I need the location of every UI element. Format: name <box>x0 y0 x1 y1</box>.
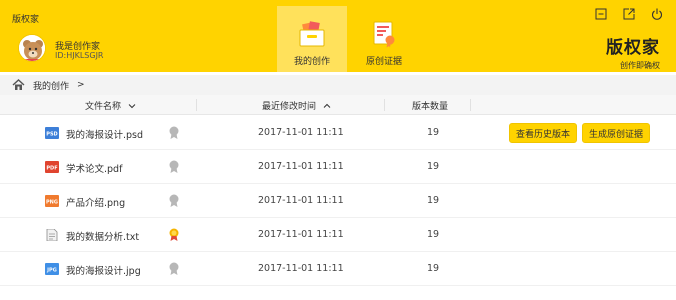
breadcrumb-separator: > <box>77 80 85 90</box>
file-name[interactable]: 我的海报设计.jpg <box>66 263 141 277</box>
chevron-up-icon <box>323 103 331 108</box>
table-row[interactable]: PSD 我的海报设计.psd 2017-11-01 11:11 19 查看历史版… <box>0 116 676 150</box>
version-count: 19 <box>427 161 440 172</box>
award-badge-icon[interactable] <box>168 126 180 140</box>
column-header-versions[interactable]: 版本数量 <box>412 99 448 112</box>
modified-time: 2017-11-01 11:11 <box>258 229 344 240</box>
power-icon <box>652 8 662 20</box>
file-name[interactable]: 我的海报设计.psd <box>66 127 143 141</box>
file-type-label: PDF <box>46 166 57 172</box>
table-header: 文件名称 最近修改时间 版本数量 <box>0 95 676 115</box>
bear-avatar-icon <box>19 35 45 61</box>
column-divider <box>470 99 471 111</box>
power-button[interactable] <box>650 7 664 21</box>
brand-slogan: 创作即确权 <box>620 61 660 70</box>
tab-label: 原创证据 <box>365 57 402 67</box>
brand-name: 版权家 <box>606 38 660 58</box>
tab-my-creations[interactable]: 我的创作 <box>277 6 347 72</box>
file-name[interactable]: 我的数据分析.txt <box>66 229 139 243</box>
file-name[interactable]: 产品介绍.png <box>66 195 125 209</box>
folder-icon <box>299 21 325 47</box>
modified-time: 2017-11-01 11:11 <box>258 161 344 172</box>
minimize-icon <box>595 8 607 20</box>
version-count: 19 <box>427 229 440 240</box>
award-badge-icon[interactable] <box>168 160 180 174</box>
column-header-modified[interactable]: 最近修改时间 <box>262 99 331 112</box>
psd-file-icon: PSD <box>45 127 59 139</box>
app-header: 版权家 我是创作家 ID:HJKLSGJR 我的创作 原创证据 版权家 创作即确… <box>0 0 676 72</box>
popout-button[interactable] <box>622 7 636 21</box>
version-count: 19 <box>427 127 440 138</box>
generate-evidence-button[interactable]: 生成原创证据 <box>582 123 651 143</box>
user-id: ID:HJKLSGJR <box>55 51 104 60</box>
award-badge-icon[interactable] <box>168 194 180 208</box>
column-header-label: 文件名称 <box>85 102 122 112</box>
award-badge-icon[interactable] <box>168 228 180 242</box>
view-history-button[interactable]: 查看历史版本 <box>509 123 578 143</box>
version-count: 19 <box>427 263 440 274</box>
file-type-label: JPG <box>46 268 57 274</box>
chevron-down-icon <box>128 104 136 109</box>
pdf-file-icon: PDF <box>45 161 59 173</box>
app-title: 版权家 <box>12 15 40 25</box>
modified-time: 2017-11-01 11:11 <box>258 127 344 138</box>
png-file-icon: PNG <box>45 195 59 207</box>
modified-time: 2017-11-01 11:11 <box>258 263 344 274</box>
file-type-label: PSD <box>46 132 57 138</box>
breadcrumb: 我的创作 > <box>0 75 676 95</box>
table-row[interactable]: 我的数据分析.txt 2017-11-01 11:11 19 <box>0 218 676 252</box>
table-row[interactable]: PDF 学术论文.pdf 2017-11-01 11:11 19 <box>0 150 676 184</box>
modified-time: 2017-11-01 11:11 <box>258 195 344 206</box>
certificate-icon <box>373 21 395 48</box>
popout-icon <box>623 8 635 20</box>
column-header-label: 版本数量 <box>412 102 449 112</box>
column-header-label: 最近修改时间 <box>262 102 317 112</box>
brand: 版权家 创作即确权 <box>606 33 660 71</box>
version-count: 19 <box>427 195 440 206</box>
file-name[interactable]: 学术论文.pdf <box>66 161 122 175</box>
user-avatar[interactable] <box>18 34 46 62</box>
column-divider <box>384 99 385 111</box>
breadcrumb-current[interactable]: 我的创作 <box>33 79 69 92</box>
file-type-label: PNG <box>46 200 58 206</box>
table-row[interactable]: JPG 我的海报设计.jpg 2017-11-01 11:11 19 <box>0 252 676 286</box>
award-badge-icon[interactable] <box>168 262 180 276</box>
tab-original-evidence[interactable]: 原创证据 <box>349 6 419 72</box>
column-header-filename[interactable]: 文件名称 <box>85 99 136 112</box>
column-divider <box>196 99 197 111</box>
minimize-button[interactable] <box>594 7 608 21</box>
tab-label: 我的创作 <box>293 57 330 67</box>
txt-file-icon <box>46 229 58 241</box>
jpg-file-icon: JPG <box>45 263 59 275</box>
home-icon[interactable] <box>12 79 25 91</box>
table-row[interactable]: PNG 产品介绍.png 2017-11-01 11:11 19 <box>0 184 676 218</box>
